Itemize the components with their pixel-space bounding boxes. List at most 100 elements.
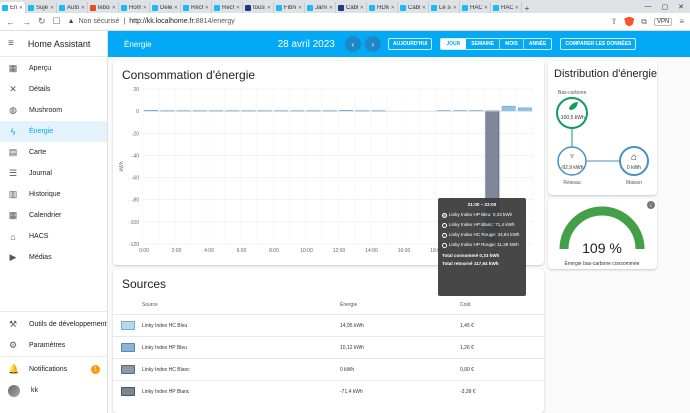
tab-close-icon[interactable]: ✕	[174, 5, 178, 11]
browser-tab[interactable]: Fibre✕	[274, 2, 305, 13]
sidebar-item-calendrier[interactable]: ▦ Calendrier	[0, 205, 107, 226]
gauge-card: i 109 % Énergie bas-carbone consommée	[548, 199, 657, 269]
sidebar-item-journal[interactable]: ☰ Journal	[0, 163, 107, 184]
tab-close-icon[interactable]: ✕	[515, 5, 519, 11]
tab-label: Én	[10, 4, 17, 11]
tab-close-icon[interactable]: ✕	[112, 5, 116, 11]
share-icon[interactable]: ⇪	[611, 17, 618, 26]
sidebar-item-notifications[interactable]: 🔔 Notifications 1	[0, 359, 108, 380]
browser-tab[interactable]: lebon✕	[88, 2, 119, 13]
sidebar-item-energie[interactable]: ϟ Énergie	[0, 121, 107, 142]
tab-close-icon[interactable]: ✕	[422, 5, 426, 11]
table-row: Linky Index HP Bleu 10,12 kWh 1,26 €	[113, 336, 544, 358]
tab-label: lebon	[98, 4, 110, 11]
browser-tab[interactable]: Home✕	[119, 2, 150, 13]
tab-label: tousk	[253, 4, 265, 11]
browser-tab[interactable]: tousk✕	[243, 2, 274, 13]
url-text: http://kk.localhome.fr:8814/energy	[129, 18, 234, 25]
minimize-icon[interactable]: —	[645, 3, 652, 10]
sidebar-item-icon: ⌂	[10, 231, 16, 242]
low-carbon-node[interactable]	[556, 97, 588, 129]
sidebar-item-details[interactable]: ✕ Détails	[0, 79, 107, 100]
previous-period-button[interactable]: ‹	[344, 36, 361, 52]
compare-data-button[interactable]: COMPARER LES DONNÉES	[560, 38, 637, 50]
col-energy: Énergie	[340, 302, 358, 308]
browser-tab[interactable]: Jarret✕	[305, 2, 336, 13]
bookmark-icon[interactable]: ☐	[53, 16, 61, 27]
tab-close-icon[interactable]: ✕	[484, 5, 488, 11]
sidebar-item-settings[interactable]: ⚙ Paramètres	[0, 335, 108, 356]
period-option[interactable]: ANNÉE	[524, 39, 552, 49]
tab-close-icon[interactable]: ✕	[391, 5, 395, 11]
sidebar-item-label: Mushroom	[29, 107, 63, 114]
tooltip-item: Linky Index HP Blanc: 71,4 kWh	[442, 222, 522, 228]
new-tab-icon[interactable]: +	[522, 4, 532, 13]
sidebar-item-developer-tools[interactable]: ⚒ Outils de développement	[0, 314, 108, 335]
low-carbon-label: Bas-carbone	[558, 90, 587, 96]
browser-tab[interactable]: Reche✕	[181, 2, 212, 13]
tab-label: Câble	[408, 4, 420, 11]
period-option[interactable]: JOUR	[441, 39, 467, 49]
sidebar: ≡ Home Assistant ▦ Aperçu ✕ Détails ◍ Mushroo…	[0, 31, 108, 413]
hamburger-icon[interactable]: ≡	[8, 38, 14, 49]
tooltip-item-text: Linky Index HC Rouge: 34,84 kWh	[449, 232, 520, 237]
browser-tab[interactable]: Le sui✕	[429, 2, 460, 13]
vpn-button[interactable]: VPN	[653, 17, 673, 26]
browser-tab[interactable]: HACF✕	[491, 2, 522, 13]
tab-close-icon[interactable]: ✕	[143, 5, 147, 11]
browser-tab[interactable]: Sujet✕	[26, 2, 57, 13]
tab-favicon-icon	[59, 4, 65, 11]
browser-tab[interactable]: Reche✕	[212, 2, 243, 13]
tab-close-icon[interactable]: ✕	[50, 5, 54, 11]
browser-tab[interactable]: Câble✕	[336, 2, 367, 13]
browser-tab[interactable]: HDMI✕	[367, 2, 398, 13]
consumption-bar[interactable]	[501, 105, 516, 112]
tab-close-icon[interactable]: ✕	[453, 5, 457, 11]
sidebar-item-hacs[interactable]: ⌂ HACS	[0, 226, 107, 247]
browser-tab[interactable]: Delet✕	[150, 2, 181, 13]
next-period-button[interactable]: ›	[364, 36, 381, 52]
today-button[interactable]: AUJOURD'HUI	[387, 38, 433, 50]
x-tick-label: 4:00	[204, 248, 214, 254]
sidebar-item-historique[interactable]: ▥ Historique	[0, 184, 107, 205]
forward-icon[interactable]: →	[22, 17, 31, 27]
sidebar-item-icon: ⚒	[8, 319, 18, 329]
tab-favicon-icon	[276, 4, 282, 11]
series-dot	[442, 213, 447, 218]
sidebar-item-apercu[interactable]: ▦ Aperçu	[0, 58, 107, 79]
reload-icon[interactable]: ↻	[38, 16, 46, 27]
browser-tab[interactable]: HACF✕	[460, 2, 491, 13]
tab-close-icon[interactable]: ✕	[19, 5, 23, 11]
brave-shield-icon[interactable]	[624, 16, 635, 27]
browser-tab[interactable]: Autom✕	[57, 2, 88, 13]
url-input[interactable]: ▲ Non sécurisé | http://kk.localhome.fr:…	[68, 15, 604, 29]
back-icon[interactable]: ←	[6, 17, 15, 27]
tab-close-icon[interactable]: ✕	[267, 5, 271, 11]
extensions-icon[interactable]: ⧉	[641, 17, 647, 27]
consumption-bar[interactable]	[518, 107, 532, 112]
source-color-swatch	[121, 365, 135, 374]
tab-close-icon[interactable]: ✕	[329, 5, 333, 11]
menu-icon[interactable]: ≡	[679, 17, 684, 26]
sidebar-item-profile[interactable]: kk	[0, 380, 108, 401]
tab-close-icon[interactable]: ✕	[298, 5, 302, 11]
period-option[interactable]: MOIS	[500, 39, 524, 49]
distribution-card: Distribution d'énergie Bas-carbone -100,…	[548, 61, 657, 195]
sidebar-item-carte[interactable]: ▤ Carte	[0, 142, 107, 163]
source-name: Linky Index HP Blanc	[142, 389, 190, 395]
browser-tab[interactable]: Câble✕	[398, 2, 429, 13]
tab-close-icon[interactable]: ✕	[236, 5, 240, 11]
sidebar-item-medias[interactable]: ▶ Médias	[0, 247, 107, 268]
tab-close-icon[interactable]: ✕	[205, 5, 209, 11]
source-name: Linky Index HC Blanc	[142, 367, 190, 373]
close-icon[interactable]: ✕	[678, 3, 684, 11]
maximize-icon[interactable]: ▢	[662, 3, 669, 11]
source-energy: 10,12 kWh	[340, 345, 364, 351]
tab-close-icon[interactable]: ✕	[360, 5, 364, 11]
period-option[interactable]: SEMAINE	[466, 39, 501, 49]
sidebar-item-mushroom[interactable]: ◍ Mushroom	[0, 100, 107, 121]
tab-close-icon[interactable]: ✕	[81, 5, 85, 11]
tab-favicon-icon	[462, 4, 468, 11]
browser-tab[interactable]: Én ✕	[0, 2, 26, 13]
y-tick-label: -60	[132, 176, 139, 182]
